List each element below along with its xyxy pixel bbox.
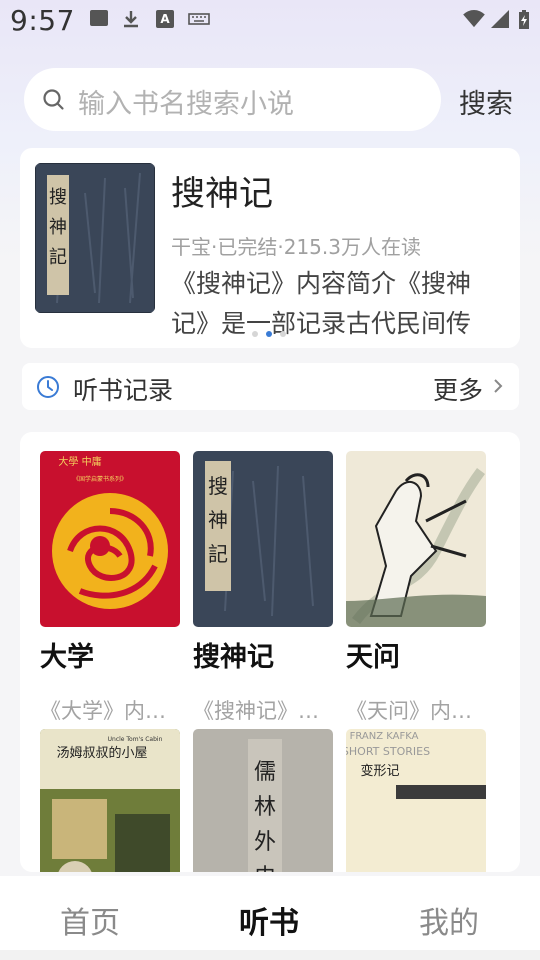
nav-mine[interactable]: 我的 xyxy=(419,898,479,942)
book-desc: 《天问》内容简介 xyxy=(346,699,486,723)
carousel-indicator xyxy=(252,331,286,337)
image-icon xyxy=(90,10,108,26)
banner-description: 《搜神记》内容简介《搜神记》是一部记录古代民间传 xyxy=(171,269,472,338)
svg-text:外: 外 xyxy=(254,830,276,855)
system-nav-bar xyxy=(0,950,540,960)
carousel-dot-active xyxy=(266,331,272,337)
svg-text:史: 史 xyxy=(254,865,276,872)
wifi-icon xyxy=(463,10,485,28)
svg-text:儒: 儒 xyxy=(254,760,276,785)
book-title: 天问 xyxy=(346,642,400,673)
book-cover[interactable]: 大學 中庸 《国学启蒙书系列》 xyxy=(40,451,180,627)
carousel-dot xyxy=(252,331,258,337)
keyboard-icon xyxy=(188,13,210,25)
cover-daxue-sub: 《国学启蒙书系列》 xyxy=(73,475,127,483)
svg-text:搜: 搜 xyxy=(49,187,67,208)
svg-text:搜: 搜 xyxy=(208,474,228,498)
status-time: 9:57 xyxy=(10,4,75,37)
book-cover[interactable] xyxy=(346,451,486,627)
svg-text:神: 神 xyxy=(49,217,67,238)
banner-meta: 干宝·已完结·215.3万人在读 xyxy=(171,235,421,259)
search-icon xyxy=(43,89,64,110)
svg-text:林: 林 xyxy=(254,795,276,820)
book-cover[interactable]: FRANZ KAFKA SHORT STORIES 变形记 xyxy=(346,729,486,872)
status-bar: 9:57 A xyxy=(0,0,540,44)
book-grid: 大學 中庸 《国学启蒙书系列》 大学 《大学》内容简介 搜 神 記 搜神记 《搜… xyxy=(20,432,520,872)
battery-charging-icon xyxy=(519,10,529,29)
carousel-dot xyxy=(280,331,286,337)
book-desc: 《搜神记》内容简介 xyxy=(193,699,333,723)
book-cover[interactable]: 搜 神 記 xyxy=(193,451,333,627)
book-desc: 《大学》内容简介 xyxy=(40,699,180,723)
nav-listen[interactable]: 听书 xyxy=(239,898,299,942)
banner-book-cover[interactable]: 搜 神 記 xyxy=(35,163,155,313)
banner-title: 搜神记 xyxy=(171,174,273,214)
cover-tom-title: 汤姆叔叔的小屋 xyxy=(56,745,147,761)
svg-text:記: 記 xyxy=(49,247,67,268)
download-icon xyxy=(124,11,138,28)
book-cover[interactable]: Uncle Tom's Cabin 汤姆叔叔的小屋 xyxy=(40,729,180,872)
search-placeholder[interactable]: 输入书名搜索小说 xyxy=(78,82,294,121)
cover-daxue-title: 大學 中庸 xyxy=(58,455,101,468)
text-a-icon: A xyxy=(156,10,174,28)
featured-book-banner[interactable]: 搜 神 記 搜神记 干宝·已完结·215.3万人在读 《搜神记》内容简介《搜神记… xyxy=(20,148,520,348)
listen-record-bar[interactable]: 听书记录 更多 xyxy=(22,363,519,410)
cover-tom-header: Uncle Tom's Cabin xyxy=(108,736,163,743)
book-cover[interactable]: 儒 林 外 史 xyxy=(193,729,333,872)
svg-text:神: 神 xyxy=(208,508,228,532)
book-title: 搜神记 xyxy=(193,642,274,673)
more-button[interactable]: 更多 xyxy=(433,371,483,407)
cover-kafka-title: 变形记 xyxy=(360,763,399,779)
signal-icon xyxy=(491,10,509,28)
search-button[interactable]: 搜索 xyxy=(459,82,513,121)
svg-text:記: 記 xyxy=(208,542,228,566)
book-title: 大学 xyxy=(40,642,94,673)
cover-kafka-header: FRANZ KAFKA xyxy=(350,731,419,742)
clock-icon xyxy=(37,376,59,398)
nav-home[interactable]: 首页 xyxy=(60,898,120,942)
cover-kafka-sub: SHORT STORIES xyxy=(346,745,430,758)
listen-record-label: 听书记录 xyxy=(73,376,174,405)
chevron-right-icon[interactable] xyxy=(492,377,504,395)
